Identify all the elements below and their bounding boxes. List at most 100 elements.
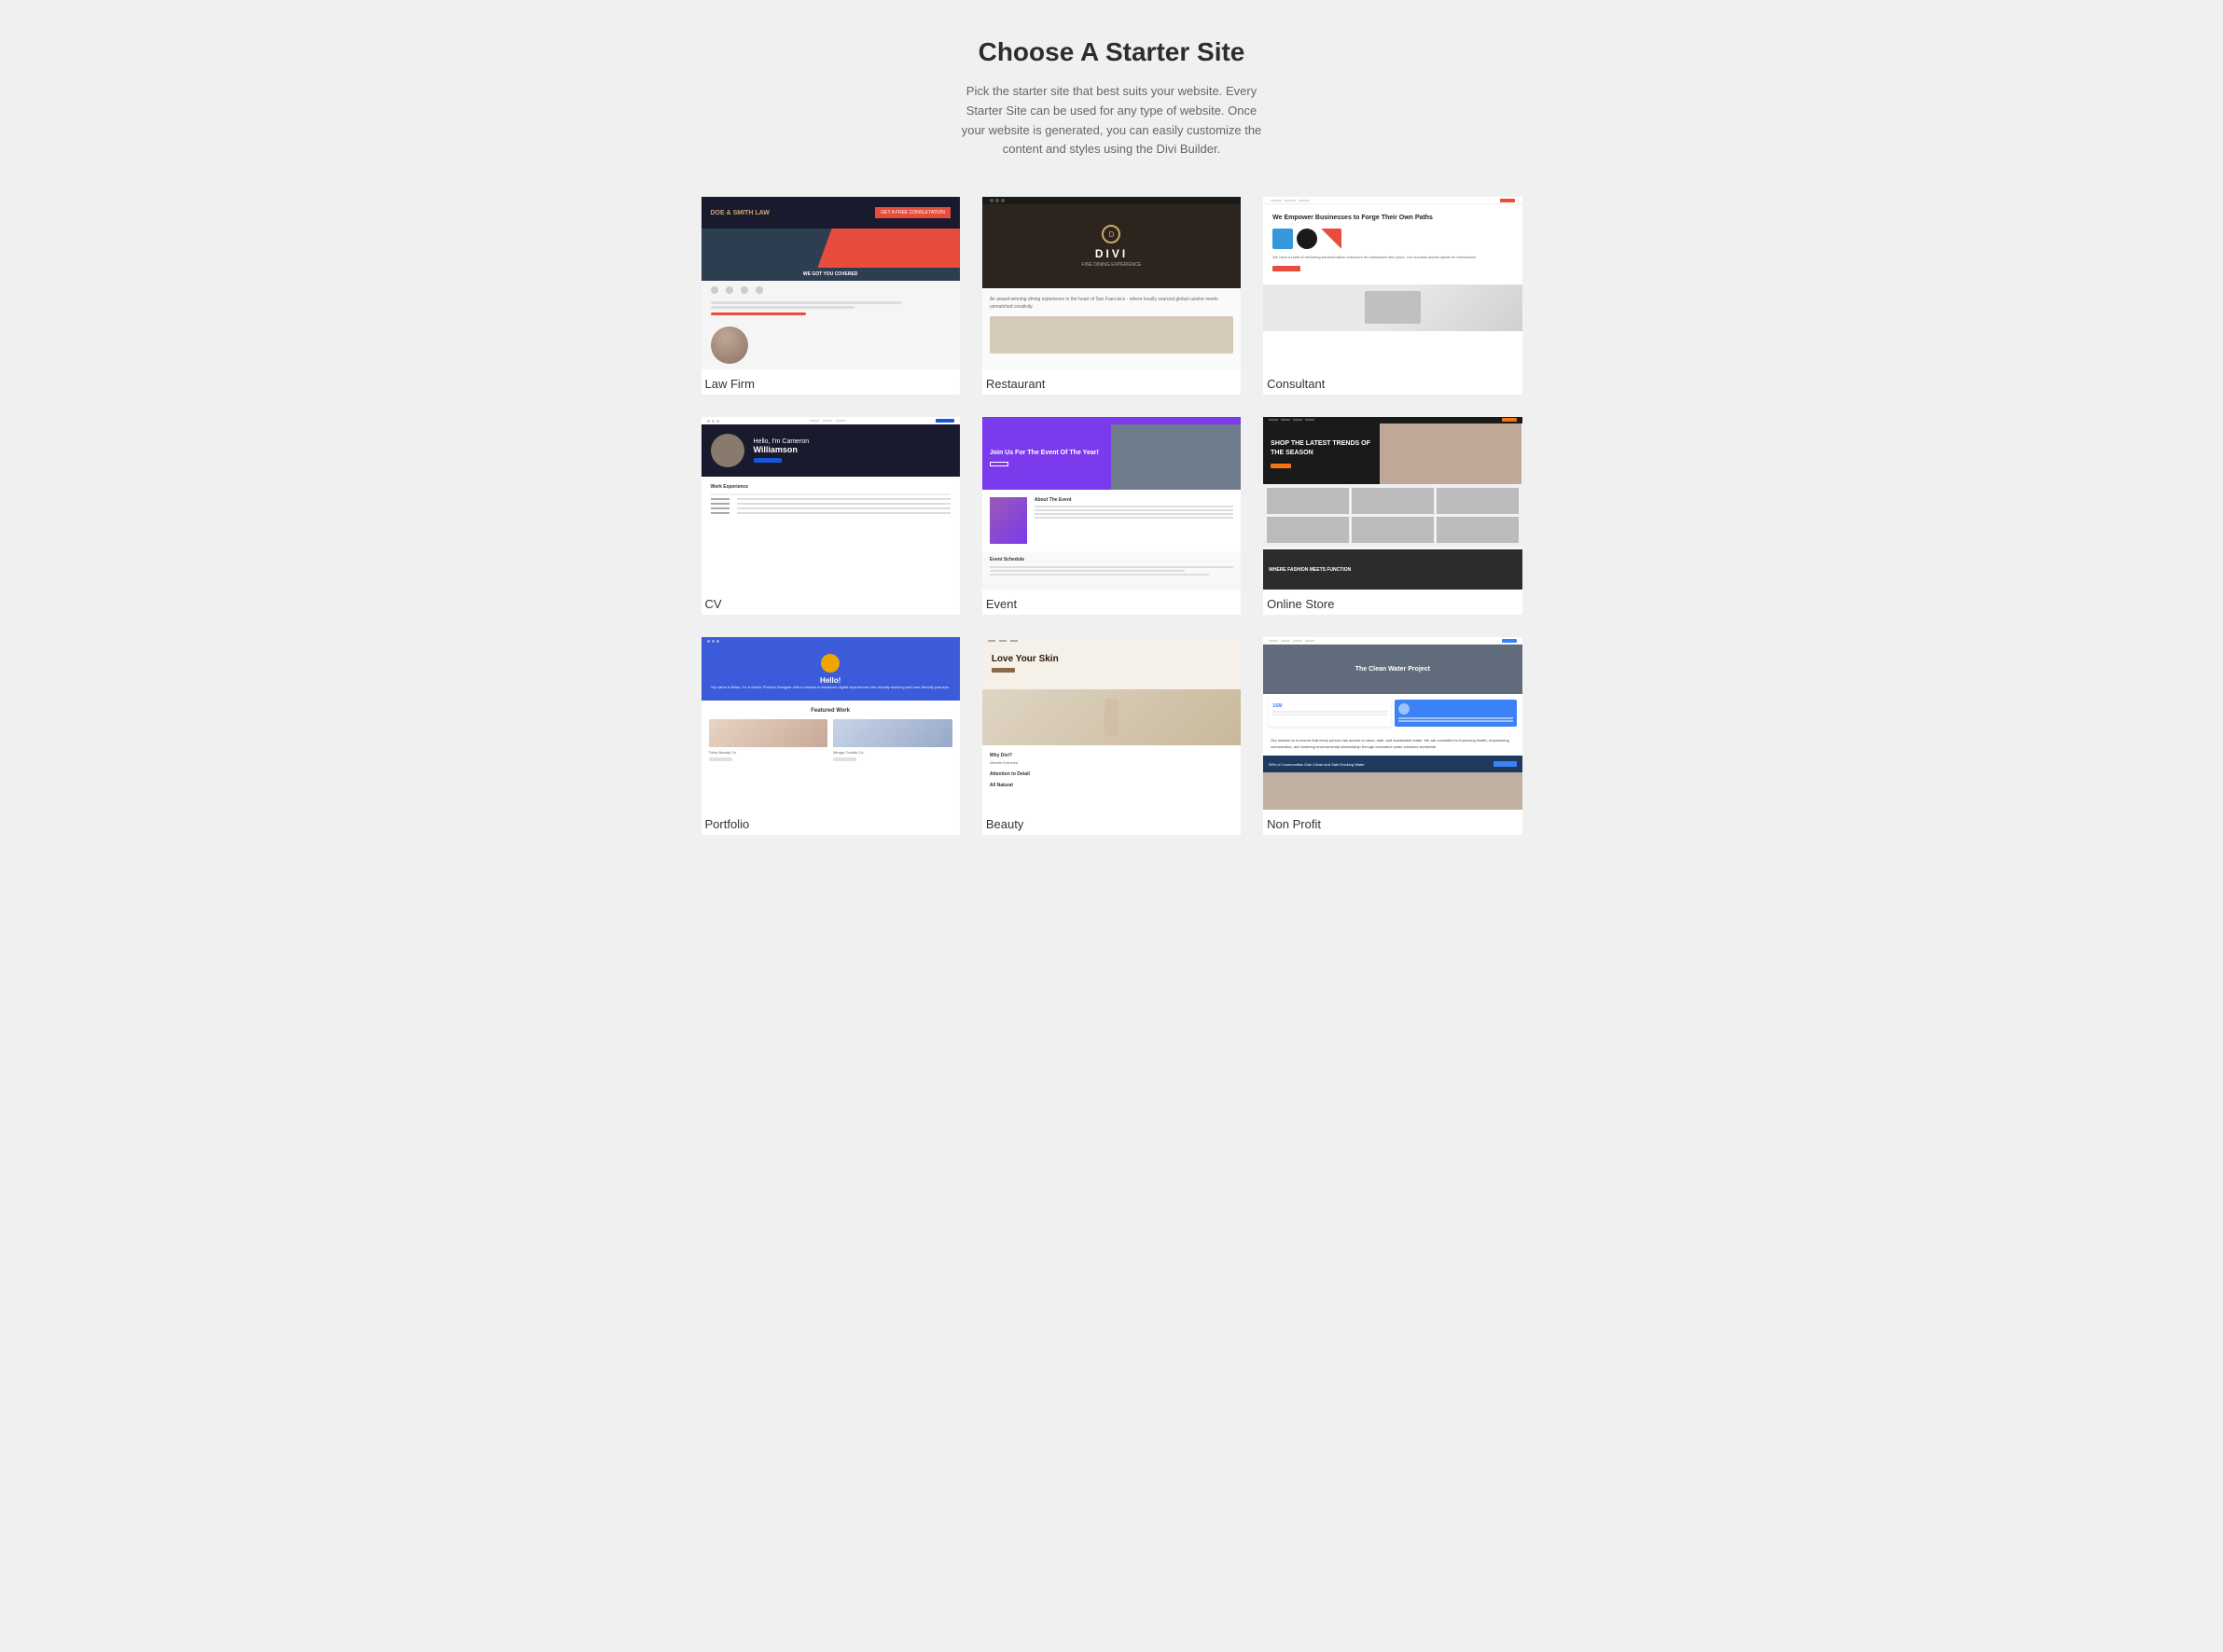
beauty-nav-3 [1010, 640, 1018, 642]
cons-nav-1 [1271, 200, 1282, 201]
store-nav-items [1269, 419, 1314, 421]
card-cv[interactable]: Hello, I'm Cameron Williamson Work Exper… [702, 417, 960, 615]
rest-brand: DIVI [1095, 247, 1128, 260]
beauty-feature-title-1: Why Divi? [990, 753, 1233, 758]
law-line-1 [711, 301, 903, 304]
cv-greeting: Hello, I'm Cameron [754, 438, 810, 445]
law-icon-3 [741, 286, 748, 294]
np-nav-2 [1281, 640, 1290, 642]
np-card-line-2b [1398, 720, 1513, 722]
beauty-feature-3: All Natural [990, 783, 1233, 788]
cv-dot-3 [716, 420, 719, 423]
preview-portfolio: Hello! My name is Brian, I'm a Senior Pr… [702, 637, 960, 810]
label-beauty: Beauty [982, 810, 1241, 835]
beauty-nav-2 [999, 640, 1007, 642]
cons-laptop-img [1365, 291, 1421, 324]
np-nav-3 [1293, 640, 1302, 642]
port-work-1: Trinty Beauty Co. [709, 719, 828, 761]
cv-nav-cta [936, 419, 954, 423]
np-mission-text: Our mission is to ensure that every pers… [1271, 738, 1514, 750]
law-about-section [711, 326, 754, 364]
law-brand: DOE & SMITH LAW [711, 210, 770, 216]
event-line-2 [1035, 509, 1233, 511]
law-cta-button: GET A FREE CONSULTATION [875, 207, 951, 218]
np-card-line-1b [1272, 714, 1387, 715]
page-container: Choose A Starter Site Pick the starter s… [19, 37, 2204, 835]
cons-icon-row [1272, 229, 1512, 249]
card-event[interactable]: Join Us For The Event Of The Year! About… [982, 417, 1241, 615]
cons-icon-red [1321, 229, 1341, 249]
cons-headline: We Empower Businesses to Forge Their Own… [1272, 214, 1512, 223]
rest-dot-3 [1001, 199, 1005, 202]
cv-avatar [711, 434, 744, 467]
cv-dots [707, 420, 719, 423]
law-icon-2 [726, 286, 733, 294]
label-event: Event [982, 590, 1241, 615]
store-nav-3 [1293, 419, 1302, 421]
event-sched-line-1 [990, 566, 1233, 568]
np-mission-section: Our mission is to ensure that every pers… [1263, 732, 1521, 756]
law-icon-4 [756, 286, 763, 294]
event-top-bar [982, 417, 1241, 424]
store-nav-2 [1281, 419, 1290, 421]
port-featured-title: Featured Work [709, 708, 952, 714]
rest-tagline: FINE DINING EXPERIENCE [1082, 262, 1142, 268]
port-content: Featured Work Trinty Beauty Co. Mirage C… [702, 701, 960, 811]
store-product-6 [1437, 517, 1519, 543]
store-hero: SHOP THE LATEST TRENDS OF THE SEASON [1263, 423, 1521, 484]
rest-description: An award-winning dining experience in th… [990, 296, 1233, 311]
event-schedule-title: Event Schedule [990, 557, 1233, 562]
cons-icon-dark [1297, 229, 1317, 249]
rest-dot-1 [990, 199, 993, 202]
store-fashion-banner: WHERE FASHION MEETS FUNCTION [1263, 549, 1521, 590]
np-headline: The Clean Water Project [1355, 666, 1430, 673]
store-product-1 [1267, 488, 1349, 514]
event-sched-line-3 [990, 574, 1209, 576]
np-card-2 [1395, 700, 1517, 727]
law-hero [702, 229, 960, 268]
rest-logo: D [1102, 225, 1120, 243]
event-sched-line-2 [990, 570, 1185, 572]
port-dot-3 [716, 640, 719, 643]
card-non-profit[interactable]: The Clean Water Project 1SM Our m [1263, 637, 1521, 835]
cv-nav-2 [823, 420, 832, 422]
beauty-hero: Love Your Skin [982, 645, 1241, 689]
label-consultant: Consultant [1263, 369, 1521, 395]
cv-nav-3 [836, 420, 845, 422]
card-law-firm[interactable]: DOE & SMITH LAW GET A FREE CONSULTATION … [702, 197, 960, 395]
event-schedule-section: Event Schedule [982, 551, 1241, 583]
label-cv: CV [702, 590, 960, 615]
cv-dot-2 [712, 420, 715, 423]
beauty-nav-items [988, 640, 1018, 642]
cv-row-label-4 [711, 512, 729, 514]
card-consultant[interactable]: We Empower Businesses to Forge Their Own… [1263, 197, 1521, 395]
rest-navbar [982, 197, 1241, 204]
card-online-store[interactable]: SHOP THE LATEST TRENDS OF THE SEASON WHE… [1263, 417, 1521, 615]
cv-hero-text: Hello, I'm Cameron Williamson [754, 438, 810, 463]
beauty-feature-text-1: Vitamin Enriched [990, 760, 1233, 766]
np-nav-1 [1269, 640, 1278, 642]
starter-site-grid: DOE & SMITH LAW GET A FREE CONSULTATION … [702, 197, 1522, 835]
port-dot-1 [707, 640, 710, 643]
law-tagline: WE GOT YOU COVERED [702, 268, 960, 281]
beauty-headline: Love Your Skin [992, 654, 1231, 664]
beauty-cta-btn [992, 668, 1015, 673]
cv-row-val-3 [737, 507, 951, 509]
beauty-feature-title-2: Attention to Detail [990, 771, 1233, 777]
event-line-3 [1035, 513, 1233, 515]
np-cta-section: 95% of Communities Gain Clean and Safe D… [1263, 756, 1521, 772]
card-beauty[interactable]: Love Your Skin Why Divi? Vitamin Enriche… [982, 637, 1241, 835]
law-icons [711, 286, 951, 294]
preview-store: SHOP THE LATEST TRENDS OF THE SEASON WHE… [1263, 417, 1521, 590]
beauty-product-bottle [1105, 699, 1118, 736]
event-about-text: About The Event [1035, 497, 1233, 544]
port-works-grid: Trinty Beauty Co. Mirage Candle Co. [709, 719, 952, 761]
rest-content: An award-winning dining experience in th… [982, 288, 1241, 369]
card-restaurant[interactable]: D DIVI FINE DINING EXPERIENCE An award-w… [982, 197, 1241, 395]
port-dots [707, 640, 719, 643]
port-avatar [821, 654, 840, 673]
card-portfolio[interactable]: Hello! My name is Brian, I'm a Senior Pr… [702, 637, 960, 835]
cons-nav-3 [1299, 200, 1310, 201]
law-line-2 [711, 306, 854, 309]
beauty-feature-title-3: All Natural [990, 783, 1233, 788]
